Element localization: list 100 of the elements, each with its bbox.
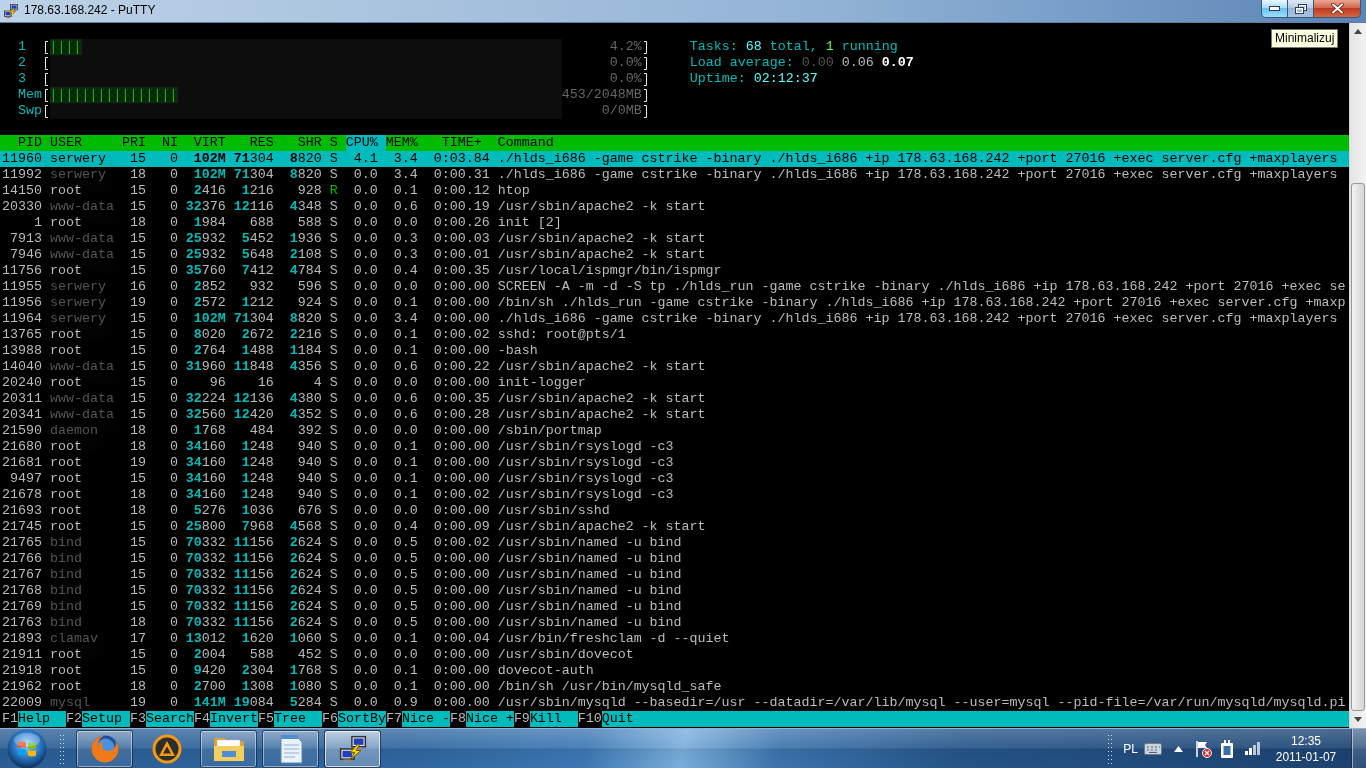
table-cell: 0.0 xyxy=(353,599,378,615)
scrollbar[interactable] xyxy=(1349,23,1366,728)
column-header[interactable]: CPU% xyxy=(345,135,386,151)
column-header[interactable]: TIME+ xyxy=(441,135,482,151)
process-row[interactable]: 11960 serwery 15 0 102M 71304 8820 S 4.1 3.4 0:03.84 ./hlds_i686 -game cstrike -binary ./hlds_i686 +ip 178.63.168.242 +port 27016 +exec server.cfg +maxplayers xyxy=(0,151,1349,167)
table-cell: 9420 xyxy=(193,663,226,679)
table-cell: S xyxy=(329,247,338,263)
flag-icon[interactable] xyxy=(1194,739,1212,758)
process-row[interactable]: 22009 mysql 19 0 141M 19084 5284 S 0.0 0.9 0:00.00 /usr/sbin/mysqld --basedir=/usr --datadir=/var/lib/mysql --user=mysql --pid-file=/var/run/mysqld/mysqld.pi xyxy=(0,695,1349,711)
process-row[interactable]: 11956 serwery 19 0 2572 1212 924 S 0.0 0.1 0:00.00 /bin/sh ./hlds_run -game cstrike -binary ./hlds_i686 +ip 178.63.168.242 +port 27016 +exec server.cfg +maxp xyxy=(0,295,1349,311)
table-cell: 0.5 xyxy=(393,615,418,631)
process-row[interactable]: 1 root 18 0 1984 688 588 S 0.0 0.0 0:00.26 init [2] xyxy=(0,215,1349,231)
table-cell: 0.5 xyxy=(393,567,418,583)
process-row[interactable]: 20341 www-data 15 0 32560 12420 4352 S 0.0 0.6 0:00.28 /usr/sbin/apache2 -k start xyxy=(0,407,1349,423)
restore-button[interactable] xyxy=(1288,0,1314,18)
table-cell: 0 xyxy=(169,183,178,199)
column-header[interactable]: PID xyxy=(18,135,42,151)
plug-icon[interactable] xyxy=(1220,739,1234,758)
table-cell: 0:00.00 xyxy=(433,567,490,583)
process-row[interactable]: 7913 www-data 15 0 25932 5452 1936 S 0.0 0.3 0:00.03 /usr/sbin/apache2 -k start xyxy=(0,231,1349,247)
process-row[interactable]: 7946 www-data 15 0 25932 5648 2108 S 0.0 0.3 0:00.01 /usr/sbin/apache2 -k start xyxy=(0,247,1349,263)
table-cell: 15 xyxy=(129,599,146,615)
column-header[interactable]: VIRT xyxy=(193,135,226,151)
process-row[interactable]: 21678 root 18 0 34160 1248 940 S 0.0 0.1 0:00.02 /usr/sbin/rsyslogd -c3 xyxy=(0,487,1349,503)
minimize-button[interactable] xyxy=(1261,0,1288,18)
table-cell: 15 xyxy=(129,151,146,167)
table-cell: serwery xyxy=(49,311,106,327)
column-header[interactable]: NI xyxy=(161,135,178,151)
process-row[interactable]: 20240 root 15 0 96 16 4 S 0.0 0.0 0:00.00 init-logger xyxy=(0,375,1349,391)
column-header[interactable]: S xyxy=(329,135,338,151)
table-cell: root xyxy=(49,327,82,343)
process-row[interactable]: 21962 root 18 0 2700 1308 1080 S 0.0 0.1 0:00.00 /bin/sh /usr/bin/mysqld_safe xyxy=(0,679,1349,695)
table-cell: 0 xyxy=(169,599,178,615)
process-row[interactable]: 13765 root 15 0 8020 2672 2216 S 0.0 0.1 0:00.02 sshd: root@pts/1 xyxy=(0,327,1349,343)
process-row[interactable]: 21590 daemon 18 0 1768 484 392 S 0.0 0.0 0:00.00 /sbin/portmap xyxy=(0,423,1349,439)
table-cell: 0 xyxy=(169,311,178,327)
clock-time[interactable]: 12:35 xyxy=(1291,732,1321,749)
process-row[interactable]: 21681 root 19 0 34160 1248 940 S 0.0 0.1 0:00.00 /usr/sbin/rsyslogd -c3 xyxy=(0,455,1349,471)
table-cell: 596 xyxy=(297,279,322,295)
process-row[interactable]: 11992 serwery 18 0 102M 71304 8820 S 0.0 3.4 0:00.31 ./hlds_i686 -game cstrike -binary ./hlds_i686 +ip 178.63.168.242 +port 27016 +exec server.cfg +maxplayers xyxy=(0,167,1349,183)
process-row[interactable]: 21680 root 18 0 34160 1248 940 S 0.0 0.1 0:00.00 /usr/sbin/rsyslogd -c3 xyxy=(0,439,1349,455)
taskbar-button[interactable] xyxy=(200,729,257,768)
table-cell: 0.0 xyxy=(353,551,378,567)
clock-date[interactable]: 2011-01-07 xyxy=(1275,748,1337,765)
process-row[interactable]: 21745 root 15 0 25800 7968 4568 S 0.0 0.4 0:00.09 /usr/sbin/apache2 -k start xyxy=(0,519,1349,535)
meter-reading: 0.0% xyxy=(609,55,642,71)
table-cell: S xyxy=(329,487,338,503)
table-cell: S xyxy=(329,503,338,519)
column-header[interactable]: SHR xyxy=(297,135,322,151)
language-indicator[interactable]: PL xyxy=(1123,741,1138,756)
table-cell: 15 xyxy=(129,199,146,215)
table-cell: 0 xyxy=(169,167,178,183)
column-header[interactable]: MEM% xyxy=(385,135,418,151)
process-row[interactable]: 21911 root 15 0 2004 588 452 S 0.0 0.0 0:00.00 /usr/sbin/dovecot xyxy=(0,647,1349,663)
column-header[interactable]: USER xyxy=(49,135,82,151)
process-row[interactable]: 21893 clamav 17 0 13012 1620 1060 S 0.0 0.1 0:00.04 /usr/bin/freshclam -d --quiet xyxy=(0,631,1349,647)
taskbar-button[interactable] xyxy=(324,729,381,768)
process-row[interactable]: 21918 root 15 0 9420 2304 1768 S 0.0 0.1 0:00.00 dovecot-auth xyxy=(0,663,1349,679)
process-row[interactable]: 11955 serwery 16 0 2852 932 596 S 0.0 0.0 0:00.00 SCREEN -A -m -d -S tp ./hlds_run -game cstrike -binary ./hlds_i686 +ip 178.63.168.242 +port 27016 +exec se xyxy=(0,279,1349,295)
process-row[interactable]: 9497 root 15 0 34160 1248 940 S 0.0 0.1 0:00.00 /usr/sbin/rsyslogd -c3 xyxy=(0,471,1349,487)
process-row[interactable]: 21767 bind 15 0 70332 11156 2624 S 0.0 0.5 0:00.00 /usr/sbin/named -u bind xyxy=(0,567,1349,583)
process-row[interactable]: 21769 bind 15 0 70332 11156 2624 S 0.0 0.5 0:00.00 /usr/sbin/named -u bind xyxy=(0,599,1349,615)
process-row[interactable]: 14150 root 15 0 2416 1216 928 R 0.0 0.1 0:00.12 htop xyxy=(0,183,1349,199)
column-header[interactable]: PRI xyxy=(121,135,146,151)
table-cell: S xyxy=(329,295,338,311)
process-row[interactable]: 13988 root 15 0 2764 1488 1184 S 0.0 0.1 0:00.00 -bash xyxy=(0,343,1349,359)
table-cell: 9497 xyxy=(10,471,42,487)
process-row[interactable]: 11964 serwery 15 0 102M 71304 8820 S 0.0 3.4 0:00.00 ./hlds_i686 -game cstrike -binary ./hlds_i686 +ip 178.63.168.242 +port 27016 +exec server.cfg +maxplayers xyxy=(0,311,1349,327)
show-desktop-button[interactable] xyxy=(1351,728,1366,768)
process-row[interactable]: 20311 www-data 15 0 32224 12136 4380 S 0.0 0.6 0:00.35 /usr/sbin/apache2 -k start xyxy=(0,391,1349,407)
table-cell: 18 xyxy=(129,215,146,231)
process-row[interactable]: 21693 root 18 0 5276 1036 676 S 0.0 0.0 0:00.00 /usr/sbin/sshd xyxy=(0,503,1349,519)
table-cell: SCREEN -A -m -d -S tp ./hlds_run -game cstrike -binary ./hlds_i686 +ip 178.63.168.242 +port 27016 +exec se xyxy=(497,279,1346,295)
taskbar-button[interactable] xyxy=(262,729,319,768)
table-cell: S xyxy=(329,359,338,375)
process-row[interactable]: 11756 root 15 0 35760 7412 4784 S 0.0 0.4 0:00.35 /usr/local/ispmgr/bin/ispmgr xyxy=(0,263,1349,279)
table-cell: 21745 xyxy=(2,519,42,535)
table-cell: 0 xyxy=(169,423,178,439)
table-cell: 0:00.00 xyxy=(433,311,490,327)
table-cell: 13765 xyxy=(2,327,42,343)
signal-bars-icon[interactable] xyxy=(1244,742,1261,755)
table-cell: S xyxy=(329,519,338,535)
process-row[interactable]: 21763 bind 18 0 70332 11156 2624 S 0.0 0.5 0:00.00 /usr/sbin/named -u bind xyxy=(0,615,1349,631)
keyboard-icon[interactable] xyxy=(1144,742,1162,755)
table-cell: 11156 xyxy=(233,583,274,599)
table-cell: 70332 xyxy=(185,551,226,567)
column-header[interactable]: Command xyxy=(497,135,554,151)
column-header[interactable]: RES xyxy=(249,135,274,151)
table-cell: 0.0 xyxy=(353,663,378,679)
process-row[interactable]: 21766 bind 15 0 70332 11156 2624 S 0.0 0.5 0:00.00 /usr/sbin/named -u bind xyxy=(0,551,1349,567)
process-row[interactable]: 21765 bind 15 0 70332 11156 2624 S 0.0 0.5 0:00.02 /usr/sbin/named -u bind xyxy=(0,535,1349,551)
process-row[interactable]: 21768 bind 15 0 70332 11156 2624 S 0.0 0.5 0:00.00 /usr/sbin/named -u bind xyxy=(0,583,1349,599)
process-row[interactable]: 20330 www-data 15 0 32376 12116 4348 S 0.0 0.6 0:00.19 /usr/sbin/apache2 -k start xyxy=(0,199,1349,215)
table-cell: htop xyxy=(497,183,530,199)
up-triangle-icon[interactable] xyxy=(1174,745,1183,752)
taskbar-button[interactable] xyxy=(76,729,133,768)
process-row[interactable]: 14040 www-data 15 0 31960 11848 4356 S 0.0 0.6 0:00.22 /usr/sbin/apache2 -k start xyxy=(0,359,1349,375)
table-cell: 0:00.35 xyxy=(433,391,490,407)
close-button[interactable] xyxy=(1314,0,1361,18)
scrollbar-thumb[interactable] xyxy=(1351,183,1365,711)
